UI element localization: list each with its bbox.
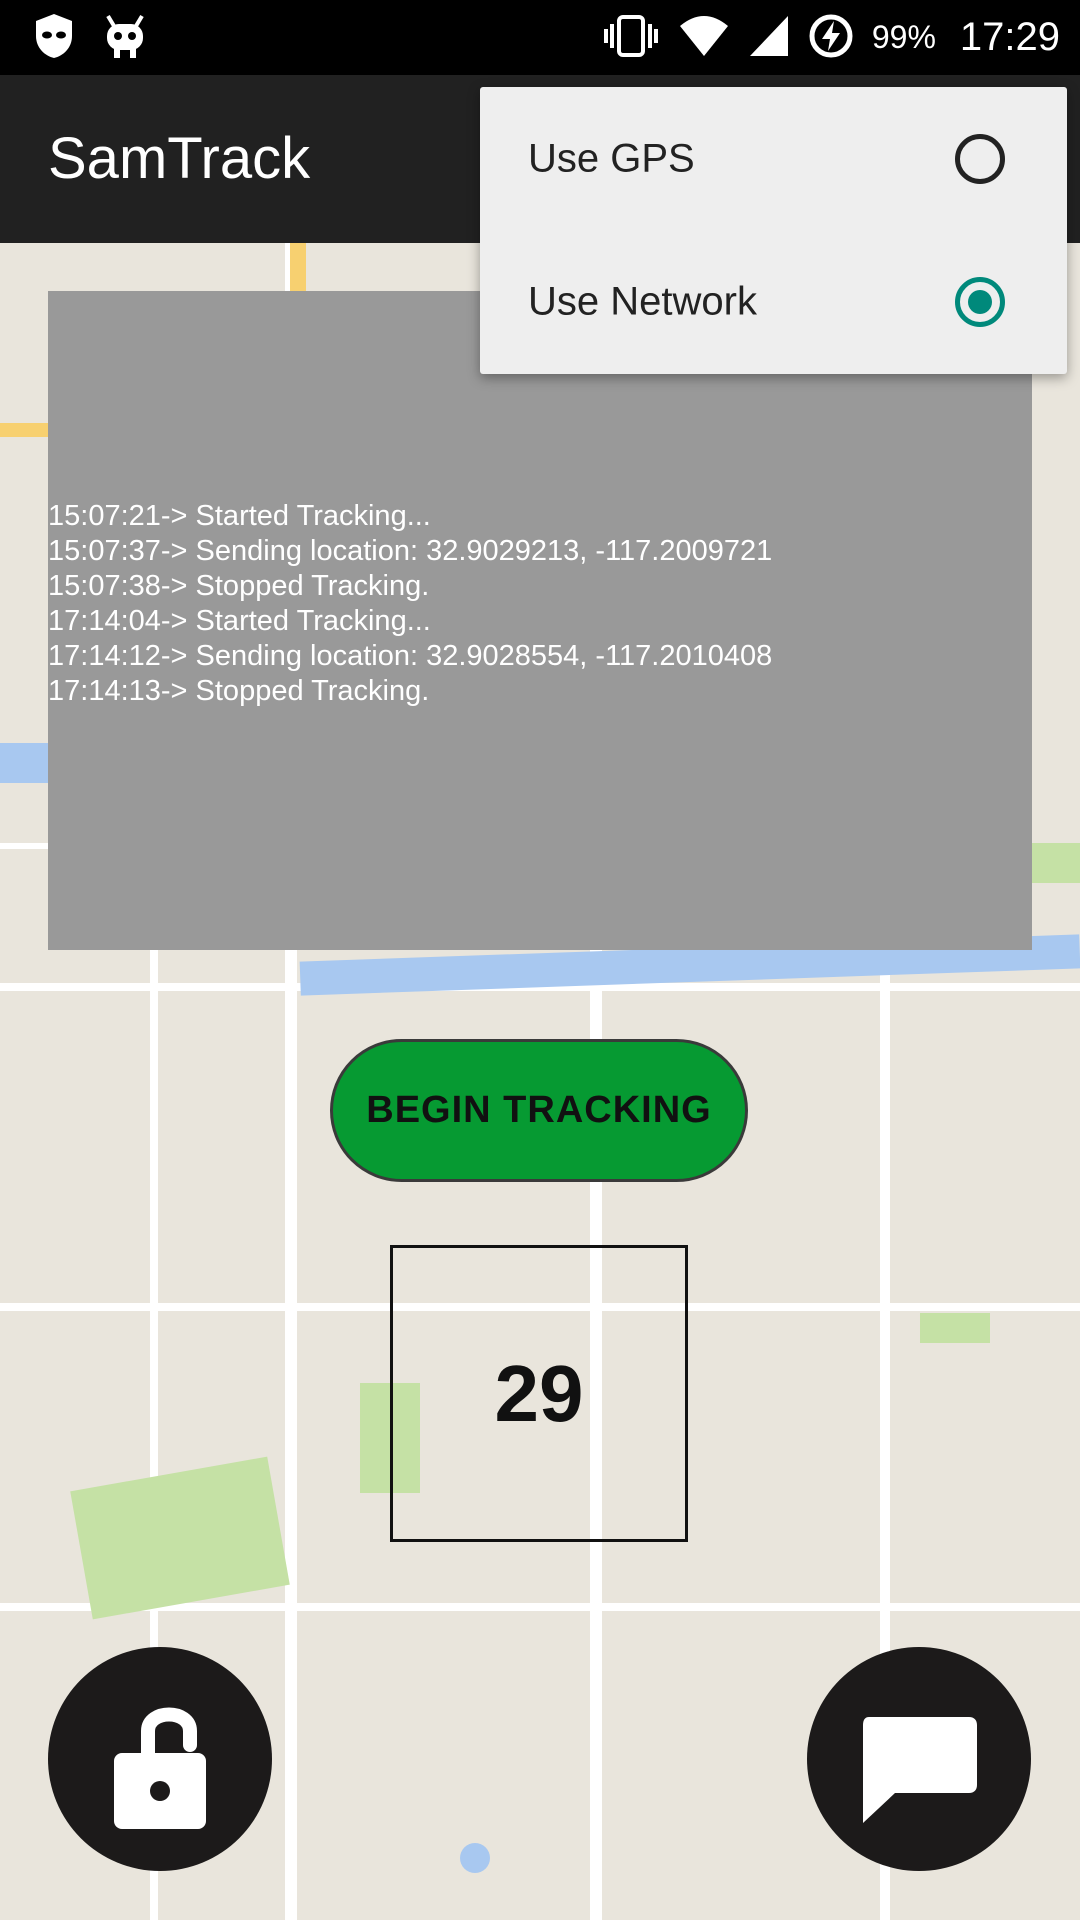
log-panel: 15:07:21-> Started Tracking... 15:07:37-…: [48, 291, 1032, 950]
log-line: 17:14:04-> Started Tracking...: [48, 605, 431, 637]
message-button[interactable]: [807, 1647, 1031, 1871]
log-line: 15:07:37-> Sending location: 32.9029213,…: [48, 535, 773, 567]
menu-item-label: Use Network: [528, 279, 757, 324]
vibrate-icon: [602, 14, 660, 62]
status-bar: 99% 17:29: [0, 0, 1080, 75]
menu-item-label: Use GPS: [528, 136, 695, 181]
log-line: 15:07:38-> Stopped Tracking.: [48, 570, 430, 602]
gps-radio-button[interactable]: [955, 134, 1005, 184]
log-line: 17:14:13-> Stopped Tracking.: [48, 675, 430, 707]
log-lines: 15:07:21-> Started Tracking... 15:07:37-…: [48, 499, 772, 709]
network-radio-button[interactable]: [955, 277, 1005, 327]
menu-item-use-gps[interactable]: Use GPS: [480, 87, 1067, 231]
battery-charging-icon: [808, 13, 854, 63]
signal-icon: [748, 14, 790, 62]
options-menu: Use GPS Use Network: [480, 87, 1067, 374]
counter-value: 29: [494, 1348, 584, 1438]
battery-percent: 99%: [871, 19, 936, 55]
message-icon: [863, 1717, 977, 1823]
begin-tracking-button[interactable]: BEGIN TRACKING: [330, 1039, 748, 1182]
menu-item-use-network[interactable]: Use Network: [480, 230, 1067, 374]
shield-icon: [32, 12, 76, 66]
log-line: 17:14:12-> Sending location: 32.9028554,…: [48, 640, 773, 672]
app-title: SamTrack: [48, 126, 311, 191]
android-icon: [102, 12, 148, 66]
wifi-icon: [678, 14, 730, 62]
lock-open-icon: [114, 1707, 206, 1829]
log-line: 15:07:21-> Started Tracking...: [48, 500, 431, 532]
unlock-button[interactable]: [48, 1647, 272, 1871]
counter-box: 29: [390, 1245, 688, 1542]
clock: 17:29: [959, 15, 1060, 59]
